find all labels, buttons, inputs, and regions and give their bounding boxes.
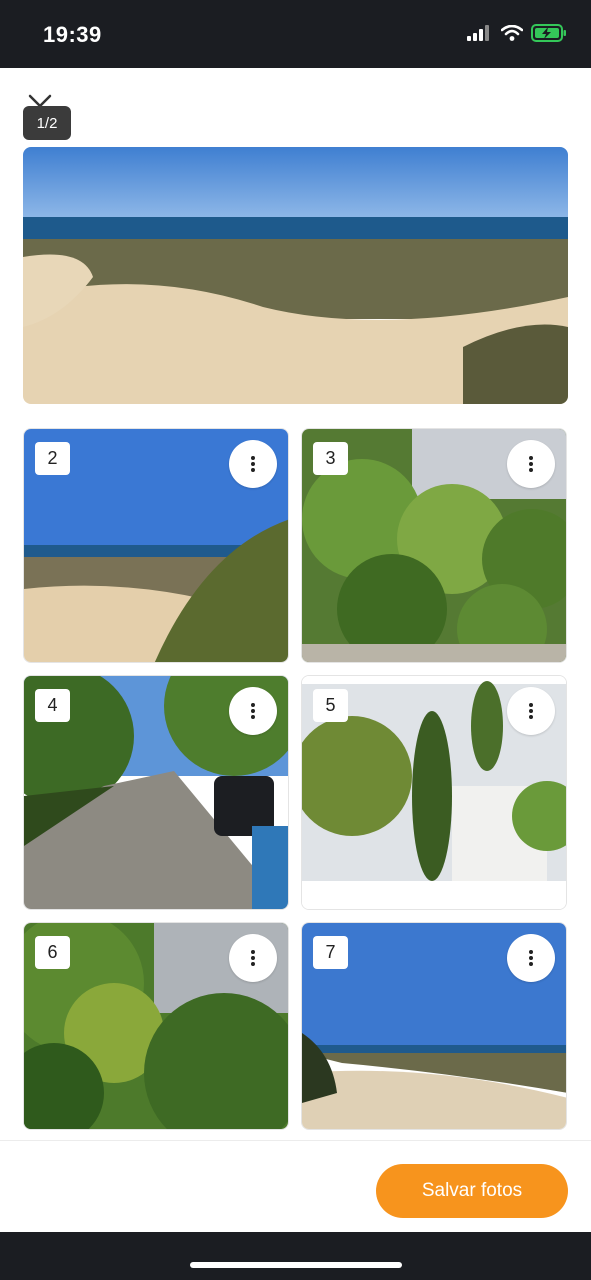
status-icons: [467, 24, 567, 42]
photo-options-button[interactable]: [229, 687, 277, 735]
photo-options-button[interactable]: [229, 440, 277, 488]
photo-card-7[interactable]: 7: [301, 922, 567, 1130]
photo-number-badge: 4: [35, 689, 70, 722]
photo-counter-badge: 1/2: [23, 106, 71, 140]
photo-card-2[interactable]: 2: [23, 428, 289, 663]
photo-card-4[interactable]: 4: [23, 675, 289, 910]
more-vertical-icon: [529, 456, 533, 472]
more-vertical-icon: [251, 950, 255, 966]
more-vertical-icon: [251, 456, 255, 472]
photo-number-badge: 7: [313, 936, 348, 969]
photo-card-6[interactable]: 6: [23, 922, 289, 1130]
photo-card-5[interactable]: 5: [301, 675, 567, 910]
footer-divider: [0, 1140, 591, 1141]
photo-number-badge: 3: [313, 442, 348, 475]
status-time: 19:39: [43, 22, 102, 47]
status-bar: 19:39: [0, 0, 591, 68]
photo-card-3[interactable]: 3: [301, 428, 567, 663]
home-bar: [0, 1232, 591, 1280]
home-indicator[interactable]: [190, 1262, 402, 1268]
photo-number-badge: 2: [35, 442, 70, 475]
cellular-signal-icon: [467, 25, 489, 41]
more-vertical-icon: [251, 703, 255, 719]
photo-number-badge: 6: [35, 936, 70, 969]
more-vertical-icon: [529, 703, 533, 719]
wifi-icon: [501, 25, 523, 41]
photo-options-button[interactable]: [229, 934, 277, 982]
photo-number-badge: 5: [313, 689, 348, 722]
photo-options-button[interactable]: [507, 934, 555, 982]
photo-1-image: [23, 147, 568, 404]
more-vertical-icon: [529, 950, 533, 966]
photo-options-button[interactable]: [507, 687, 555, 735]
save-photos-button[interactable]: Salvar fotos: [376, 1164, 568, 1218]
photo-1[interactable]: [23, 147, 568, 404]
photo-options-button[interactable]: [507, 440, 555, 488]
battery-charging-icon: [531, 24, 566, 42]
